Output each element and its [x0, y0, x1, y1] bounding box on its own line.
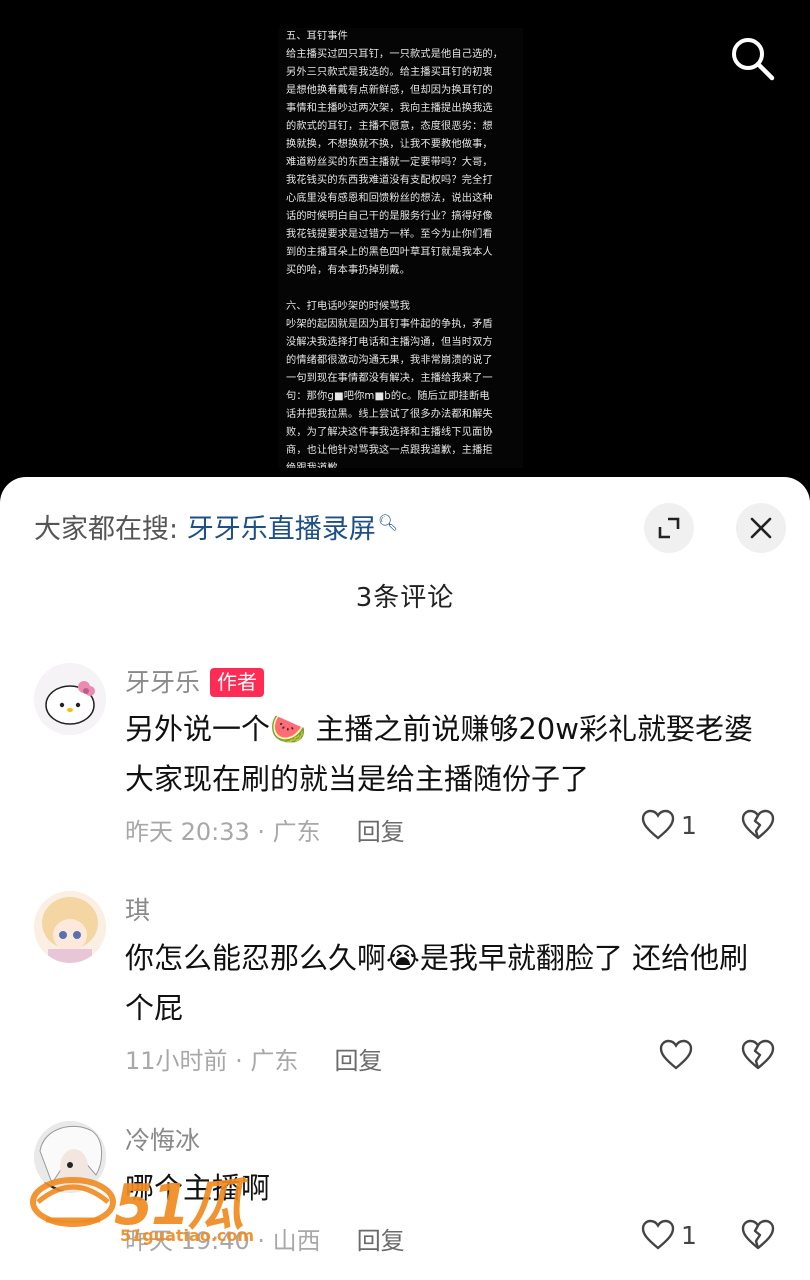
- doc-line: 五、耳钉事件: [286, 31, 349, 42]
- reply-button[interactable]: 回复: [357, 818, 405, 846]
- doc-blank-line: [286, 280, 522, 298]
- comment-text: 另外说一个🍉 主播之前说赚够20w彩礼就娶老婆 大家现在刷的就当是给主播随份子了: [125, 712, 753, 796]
- doc-line: 我花钱买的东西我难道没有支配权吗？完全打: [286, 175, 493, 186]
- like-button[interactable]: 1: [641, 809, 697, 841]
- like-button[interactable]: 1: [641, 1219, 697, 1251]
- heart-icon: [641, 809, 675, 840]
- comment-meta: 昨天 20:33 · 广东 回复: [125, 818, 405, 846]
- reply-button[interactable]: 回复: [357, 1227, 405, 1255]
- expand-icon: [658, 517, 680, 539]
- magnifier-icon: 🔍︎: [377, 513, 399, 532]
- document-screenshot: 五、耳钉事件给主播买过四只耳钉，一只款式是他自己选的， 另外三只款式是我选的。给主…: [278, 28, 523, 468]
- doc-line: 买的哈，有本事扔掉别戴。: [286, 265, 411, 276]
- doc-line: 一句到现在事情都没有解决，主播给我来了一: [286, 373, 493, 384]
- search-prefix: 大家都在搜:: [34, 514, 179, 545]
- doc-line: 换就换，不想换就不换，让我不要教他做事，: [286, 139, 493, 150]
- avatar[interactable]: [34, 891, 106, 963]
- dislike-button[interactable]: [741, 809, 775, 845]
- close-button[interactable]: [736, 503, 786, 553]
- doc-line: 给主播买过四只耳钉，一只款式是他自己选的，: [286, 49, 504, 60]
- username[interactable]: 牙牙乐 作者: [125, 663, 265, 699]
- doc-line: 事情和主播吵过两次架，我向主播提出换我选: [286, 103, 493, 114]
- broken-heart-icon: [741, 809, 775, 840]
- comment-text: 你怎么能忍那么久啊😭是我早就翻脸了 还给他刷个屁: [125, 941, 749, 1025]
- avatar[interactable]: [34, 1121, 106, 1193]
- video-area[interactable]: 五、耳钉事件给主播买过四只耳钉，一只款式是他自己选的， 另外三只款式是我选的。给主…: [0, 0, 810, 500]
- doc-line: 话的时候明白自己干的是服务行业？搞得好像: [286, 211, 493, 222]
- doc-line: 句：那你g■吧你m■b的c。随后立即挂断电: [286, 391, 490, 402]
- comment-panel: 大家都在搜: 牙牙乐直播录屏 🔍︎ 3条评论 牙牙乐 作者 另外说一个🍉 主播之…: [0, 477, 810, 1280]
- broken-heart-icon: [741, 1219, 775, 1250]
- doc-line: 是想他换着戴有点新鲜感，但却因为换耳钉的: [286, 85, 493, 96]
- doc-line: 我花钱提要求是过错方一样。至今为止你们看: [286, 229, 493, 240]
- doc-line: 没解决我选择打电话和主播沟通，但当时双方: [286, 337, 493, 348]
- comment-meta: 昨天 19:40 · 山西 回复: [125, 1227, 405, 1255]
- like-count: 1: [681, 810, 697, 840]
- doc-line: 另外三只款式是我选的。给主播买耳钉的初衷: [286, 67, 493, 78]
- doc-line: 话并把我拉黑。线上尝试了很多办法都和解失: [286, 409, 493, 420]
- doc-line: 败，为了解决这件事我选择和主播线下见面协: [286, 427, 493, 438]
- doc-line: 难道粉丝买的东西主播就一定要带吗？大哥，: [286, 157, 493, 168]
- expand-button[interactable]: [644, 503, 694, 553]
- search-term-link[interactable]: 牙牙乐直播录屏: [187, 514, 376, 545]
- doc-line: 六、打电话吵架的时候骂我: [286, 301, 411, 312]
- avatar[interactable]: [34, 663, 106, 735]
- heart-icon: [659, 1039, 693, 1070]
- close-icon: [750, 517, 772, 539]
- like-count: 1: [681, 1220, 697, 1250]
- reply-button[interactable]: 回复: [334, 1047, 382, 1075]
- like-button[interactable]: [659, 1039, 693, 1071]
- search-suggestion[interactable]: 大家都在搜: 牙牙乐直播录屏 🔍︎: [34, 507, 398, 546]
- comment-meta: 11小时前 · 广东 回复: [125, 1047, 383, 1075]
- heart-icon: [641, 1219, 675, 1250]
- comment-count: 3条评论: [355, 583, 455, 613]
- comment-text: 哪个主播啊: [125, 1171, 271, 1205]
- search-icon[interactable]: [728, 34, 776, 82]
- doc-line: 的情绪都很激动沟通无果，我非常崩溃的说了: [286, 355, 493, 366]
- username[interactable]: 琪: [125, 891, 150, 927]
- doc-line: 商，也让他针对骂我这一点跟我道歉，主播拒: [286, 445, 493, 456]
- doc-line: 到的主播耳朵上的黑色四叶草耳钉就是我本人: [286, 247, 493, 258]
- dislike-button[interactable]: [741, 1039, 775, 1075]
- broken-heart-icon: [741, 1039, 775, 1070]
- doc-line: 绝跟我道歉。: [286, 460, 522, 468]
- username[interactable]: 冷悔冰: [125, 1121, 200, 1157]
- dislike-button[interactable]: [741, 1219, 775, 1255]
- doc-line: 吵架的起因就是因为耳钉事件起的争执，矛盾: [286, 319, 493, 330]
- doc-line: 的款式的耳钉，主播不愿意，态度很恶劣：想: [286, 121, 493, 132]
- author-badge: 作者: [210, 668, 265, 697]
- doc-line: 心底里没有感恩和回馈粉丝的想法，说出这种: [286, 193, 493, 204]
